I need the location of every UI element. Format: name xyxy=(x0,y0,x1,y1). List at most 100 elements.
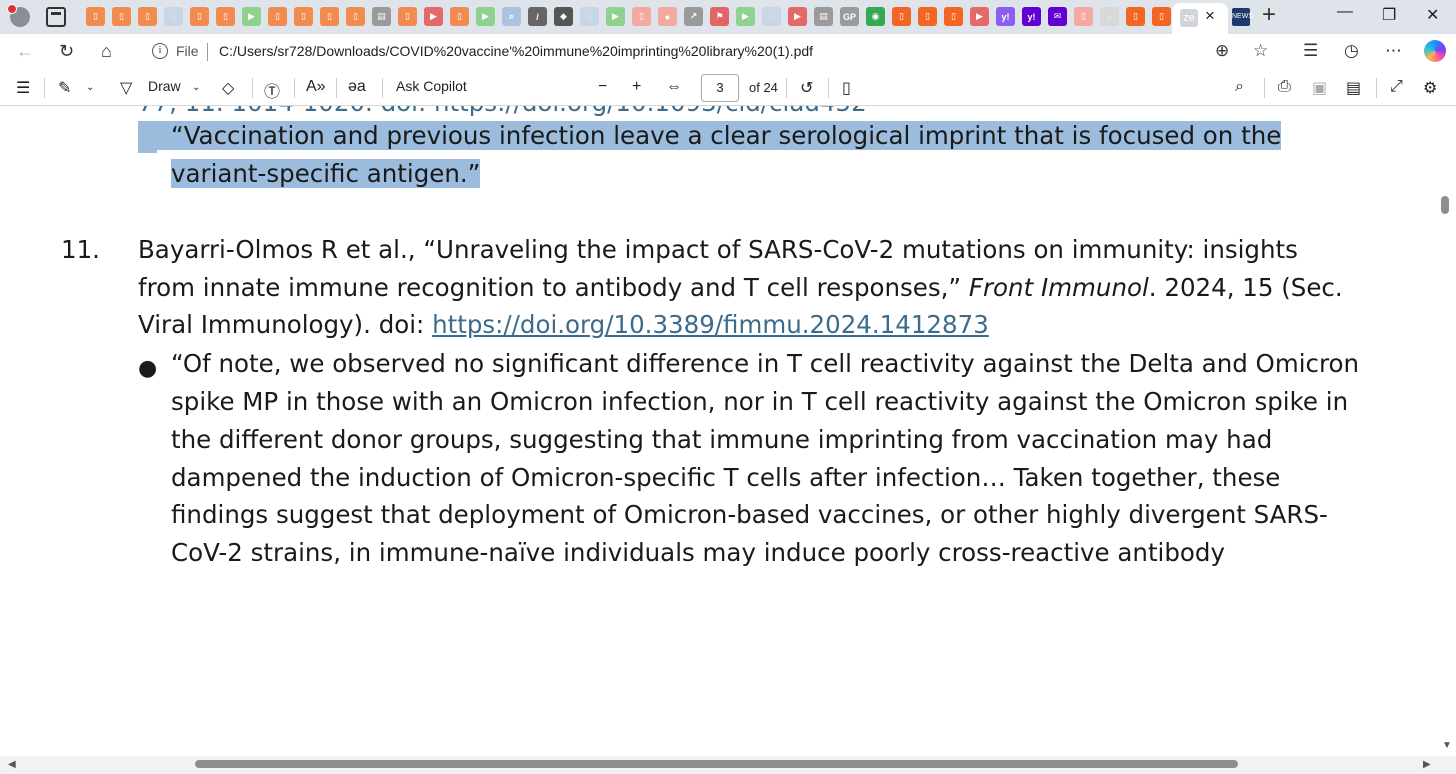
copilot-icon[interactable] xyxy=(1424,40,1446,62)
close-tab-icon[interactable]: × xyxy=(1205,6,1215,26)
bookmark-icon[interactable]: ▯ xyxy=(944,7,963,26)
contents-icon[interactable]: ☰ xyxy=(16,78,30,98)
bookmark-icon[interactable]: ▯ xyxy=(320,7,339,26)
newspaper-icon[interactable]: ▤ xyxy=(814,7,833,26)
bookmark-icon[interactable]: ▯ xyxy=(632,7,651,26)
tab-actions-icon[interactable] xyxy=(46,7,66,27)
quote-line: “Of note, we observed no significant dif… xyxy=(171,349,1360,378)
history-icon[interactable]: ◷ xyxy=(1344,41,1359,61)
bookmark-icon[interactable]: ▯ xyxy=(86,7,105,26)
highlight-dropdown-icon[interactable]: ⌄ xyxy=(86,82,94,93)
bullet-marker: ● xyxy=(138,356,158,381)
globe-icon[interactable]: ◌ xyxy=(762,7,781,26)
bookmark-icon[interactable]: ▯ xyxy=(450,7,469,26)
ask-copilot-button[interactable]: Ask Copilot xyxy=(396,78,467,94)
eraser-icon[interactable]: ◇ xyxy=(222,78,234,98)
maximize-icon[interactable]: ❐ xyxy=(1382,5,1396,25)
scroll-left-arrow-icon[interactable]: ◀ xyxy=(8,759,16,770)
reference-line-2: from innate immune recognition to antibo… xyxy=(138,273,1343,302)
zoom-icon[interactable]: ⊕ xyxy=(1215,41,1229,61)
fit-width-icon[interactable]: ⇔ xyxy=(666,78,682,96)
save-as-icon[interactable]: ▤ xyxy=(1346,78,1361,98)
favorite-star-icon[interactable]: ☆ xyxy=(1253,41,1268,61)
circle-icon[interactable]: ● xyxy=(658,7,677,26)
video-icon[interactable]: ▶ xyxy=(970,7,989,26)
bookmark-icon[interactable]: ▯ xyxy=(268,7,287,26)
bookmark-icon[interactable]: ▯ xyxy=(918,7,937,26)
bookmark-icon[interactable]: ▯ xyxy=(1074,7,1093,26)
draw-dropdown-icon[interactable]: ⌄ xyxy=(192,82,200,93)
video-icon[interactable]: ▶ xyxy=(424,7,443,26)
translate-icon[interactable]: ǝa xyxy=(348,78,366,96)
minimize-icon[interactable]: — xyxy=(1337,3,1353,21)
window-close-icon[interactable]: ✕ xyxy=(1426,5,1439,25)
video-icon[interactable]: ▶ xyxy=(788,7,807,26)
zoom-out-icon[interactable]: − xyxy=(598,78,607,96)
highlighted-quote-line-2: variant-specific antigen.” xyxy=(171,159,481,188)
fullscreen-icon[interactable]: ⤢ xyxy=(1390,78,1403,96)
play-icon[interactable]: ▶ xyxy=(736,7,755,26)
tab-current[interactable]: ze × xyxy=(1172,3,1228,34)
arrow-icon[interactable]: ↗ xyxy=(684,7,703,26)
globe-icon[interactable]: ◌ xyxy=(164,7,183,26)
url-input[interactable]: C:/Users/sr728/Downloads/COVID%20vaccine… xyxy=(219,43,813,59)
bookmark-icon[interactable]: ▯ xyxy=(294,7,313,26)
draw-button[interactable]: Draw xyxy=(148,78,181,94)
globe-icon[interactable]: ◌ xyxy=(580,7,599,26)
search-icon[interactable]: ⌕ xyxy=(502,7,521,26)
current-tab-favicon: ze xyxy=(1180,9,1198,27)
scroll-down-arrow-icon[interactable]: ▼ xyxy=(1442,740,1452,751)
quote-line: CoV-2 strains, in immune-naïve individua… xyxy=(171,538,1225,567)
gp-icon[interactable]: GP xyxy=(840,7,859,26)
bookmark-icon[interactable]: ▯ xyxy=(1126,7,1145,26)
mail-icon[interactable]: ✉ xyxy=(1048,7,1067,26)
bookmark-icon[interactable]: ▯ xyxy=(892,7,911,26)
settings-gear-icon[interactable]: ⚙ xyxy=(1423,78,1437,98)
print-icon[interactable]: ⎙ xyxy=(1278,78,1291,96)
save-icon[interactable]: ▣ xyxy=(1312,78,1327,98)
profile-avatar[interactable] xyxy=(7,4,30,27)
zoom-in-icon[interactable]: + xyxy=(632,78,641,96)
highlight-icon[interactable]: ✎ xyxy=(58,78,71,98)
bookmark-icon[interactable]: ▯ xyxy=(346,7,365,26)
owl-icon[interactable]: ◉ xyxy=(866,7,885,26)
home-icon[interactable]: ⌂ xyxy=(101,41,112,62)
refresh-icon[interactable]: ↻ xyxy=(59,41,74,62)
favorites-list-icon[interactable]: ☰ xyxy=(1303,41,1318,61)
quote-line: findings suggest that deployment of Omic… xyxy=(171,500,1328,529)
bookmark-icon[interactable]: ▯ xyxy=(112,7,131,26)
bookmark-icon[interactable]: ▯ xyxy=(216,7,235,26)
bookmark-icon[interactable]: ▯ xyxy=(398,7,417,26)
bookmark-icon[interactable]: ▯ xyxy=(138,7,157,26)
play-icon[interactable]: ▶ xyxy=(476,7,495,26)
back-icon[interactable]: ← xyxy=(16,41,34,62)
ring-icon[interactable]: ○ xyxy=(1100,7,1119,26)
news-tab-favicon[interactable]: NEWS xyxy=(1232,8,1253,26)
yahoo-icon[interactable]: y! xyxy=(996,7,1015,26)
scroll-right-arrow-icon[interactable]: ▶ xyxy=(1423,759,1431,770)
horizontal-scroll-thumb[interactable] xyxy=(195,760,1238,768)
find-icon[interactable]: ⌕ xyxy=(1235,78,1244,96)
site-info-icon[interactable]: i xyxy=(152,43,168,59)
newspaper-icon[interactable]: ▤ xyxy=(372,7,391,26)
play-icon[interactable]: ▶ xyxy=(242,7,261,26)
slash-icon[interactable]: / xyxy=(528,7,547,26)
yahoo-icon[interactable]: y! xyxy=(1022,7,1041,26)
reference-number: 11. xyxy=(61,235,100,264)
journal-name: Front Immunol xyxy=(968,273,1149,302)
flag-icon[interactable]: ⚑ xyxy=(710,7,729,26)
text-box-icon[interactable]: Ⓣ xyxy=(264,78,280,102)
rotate-icon[interactable]: ↺ xyxy=(800,78,813,98)
doi-link[interactable]: https://doi.org/10.3389/fimmu.2024.14128… xyxy=(432,310,989,339)
vertical-scroll-thumb[interactable] xyxy=(1441,196,1449,214)
page-number-input[interactable]: 3 xyxy=(701,74,739,102)
bookmark-icon[interactable]: ▯ xyxy=(190,7,209,26)
draw-icon[interactable]: ▽ xyxy=(120,78,132,98)
more-options-icon[interactable]: ⋯ xyxy=(1385,41,1402,61)
page-view-icon[interactable]: ▯ xyxy=(842,78,851,98)
new-tab-button[interactable]: + xyxy=(1262,1,1276,29)
play-icon[interactable]: ▶ xyxy=(606,7,625,26)
read-aloud-icon[interactable]: A» xyxy=(306,78,326,96)
bookmark-icon[interactable]: ▯ xyxy=(1152,7,1171,26)
diamond-icon[interactable]: ◆ xyxy=(554,7,573,26)
